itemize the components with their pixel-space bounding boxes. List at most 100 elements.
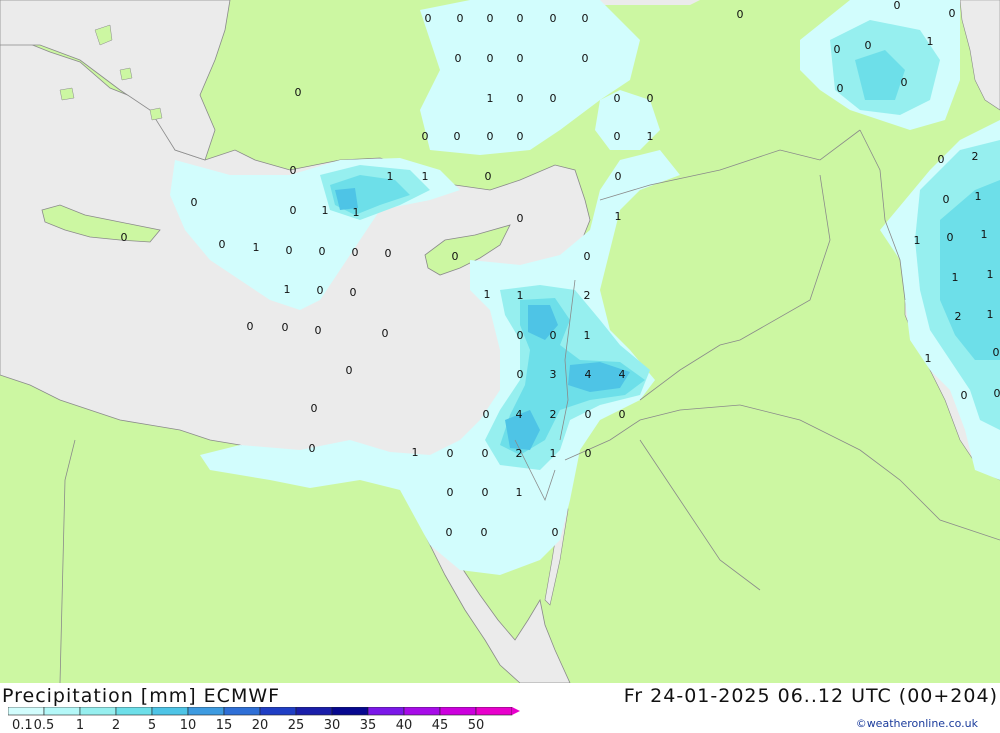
- precip-value-label: 0: [311, 402, 318, 415]
- precip-value-label: 1: [981, 228, 988, 241]
- precip-value-label: 0: [455, 52, 462, 65]
- legend-swatch: [259, 707, 297, 716]
- precip-value-label: 1: [925, 352, 932, 365]
- precip-value-label: 1: [550, 447, 557, 460]
- precip-value-label: 2: [972, 150, 979, 163]
- precip-value-label: 1: [284, 283, 291, 296]
- precip-value-label: 1: [615, 210, 622, 223]
- legend-label: 2: [112, 718, 120, 733]
- legend-label: 25: [288, 718, 305, 733]
- precip-value-label: 4: [516, 408, 523, 421]
- precip-value-label: 3: [550, 368, 557, 381]
- legend-swatch: [331, 707, 369, 716]
- island-aegean-2: [119, 67, 133, 81]
- legend-label: 15: [216, 718, 233, 733]
- precip-value-label: 0: [295, 86, 302, 99]
- legend-swatch: [79, 707, 117, 716]
- legend-swatch: [115, 707, 153, 716]
- legend-label: 5: [148, 718, 156, 733]
- precip-value-label: 0: [901, 76, 908, 89]
- legend-swatch: [403, 707, 441, 716]
- island-aegean-4: [59, 87, 75, 101]
- island-aegean-3: [149, 107, 163, 121]
- precip-value-label: 0: [425, 12, 432, 25]
- legend-swatch: [223, 707, 261, 716]
- precip-value-label: 0: [317, 284, 324, 297]
- precip-value-label: 1: [322, 204, 329, 217]
- precip-value-label: 0: [485, 170, 492, 183]
- precip-value-label: 0: [517, 368, 524, 381]
- legend-swatch: [439, 707, 477, 716]
- precip-value-label: 0: [385, 247, 392, 260]
- precip-value-label: 0: [582, 12, 589, 25]
- precip-value-label: 0: [517, 212, 524, 225]
- legend-label: 1: [76, 718, 84, 733]
- precip-value-label: 0: [290, 164, 297, 177]
- legend-swatch: [8, 707, 45, 716]
- precip-value-label: 1: [987, 268, 994, 281]
- precip-value-label: 0: [994, 387, 1000, 400]
- precip-value-label: 0: [346, 364, 353, 377]
- precip-value-label: 0: [309, 442, 316, 455]
- precip-value-label: 0: [550, 92, 557, 105]
- precip-value-label: 0: [961, 389, 968, 402]
- precip-value-label: 1: [412, 446, 419, 459]
- precipitation-map: 0 0 0 0 0 0 0 0 0 0 0 0 1 0 0 0 0 0 0 0 0 0 1 0 1 1 0 0 0 0 1 1 0 1 0 0 1 0 0 0…: [0, 0, 1000, 683]
- precip-value-label: 0: [290, 204, 297, 217]
- precip-value-label: 0: [550, 329, 557, 342]
- precip-value-label: 0: [837, 82, 844, 95]
- legend-arrow: [512, 707, 520, 715]
- precip-value-label: 1: [387, 170, 394, 183]
- legend-label: 20: [252, 718, 269, 733]
- precip-value-label: 0: [647, 92, 654, 105]
- precip-value-label: 0: [993, 346, 1000, 359]
- precip-value-label: 0: [286, 244, 293, 257]
- precip-value-label: 0: [584, 250, 591, 263]
- precip-value-label: 4: [619, 368, 626, 381]
- precip-value-label: 1: [987, 308, 994, 321]
- precip-value-label: 0: [282, 321, 289, 334]
- precip-value-label: 0: [517, 92, 524, 105]
- precip-value-label: 0: [517, 130, 524, 143]
- precip-value-label: 0: [949, 7, 956, 20]
- legend-swatch: [43, 707, 81, 716]
- precip-value-label: 0: [619, 408, 626, 421]
- legend-swatch: [295, 707, 333, 716]
- legend-swatch: [151, 707, 189, 716]
- precip-value-label: 0: [447, 447, 454, 460]
- precip-value-label: 1: [914, 234, 921, 247]
- precip-value-label: 0: [614, 92, 621, 105]
- precip-value-label: 4: [585, 368, 592, 381]
- precip-value-label: 0: [487, 130, 494, 143]
- precip-value-label: 2: [955, 310, 962, 323]
- precip-value-label: 0: [350, 286, 357, 299]
- legend-swatch: [475, 707, 513, 716]
- precip-value-label: 0: [422, 130, 429, 143]
- legend-label: 10: [180, 718, 197, 733]
- precip-value-label: 0: [315, 324, 322, 337]
- precip-value-label: 0: [247, 320, 254, 333]
- precip-value-label: 0: [447, 486, 454, 499]
- precip-value-label: 0: [517, 52, 524, 65]
- precip-value-label: 0: [585, 408, 592, 421]
- precip-value-label: 1: [584, 329, 591, 342]
- precip-value-label: 0: [585, 447, 592, 460]
- precip-value-label: 0: [219, 238, 226, 251]
- precip-value-label: 1: [422, 170, 429, 183]
- credit-link[interactable]: ©weatheronline.co.uk: [856, 717, 978, 730]
- precip-value-label: 1: [647, 130, 654, 143]
- color-legend: 0.1 0.5 1 2 5 10 15 20 25 30 35 40 45 50: [8, 707, 520, 733]
- precip-value-label: 1: [484, 288, 491, 301]
- footer: Precipitation [mm] ECMWF Fr 24-01-2025 0…: [0, 683, 1000, 733]
- precip-value-label: 0: [552, 526, 559, 539]
- precip-value-label: 0: [938, 153, 945, 166]
- precip-value-label: 1: [975, 190, 982, 203]
- precip-value-label: 0: [483, 408, 490, 421]
- precip-value-label: 0: [487, 52, 494, 65]
- precip-value-label: 0: [517, 12, 524, 25]
- legend-label: 45: [432, 718, 449, 733]
- precip-value-label: 1: [516, 486, 523, 499]
- precip-value-label: 2: [550, 408, 557, 421]
- precip-value-label: 0: [481, 526, 488, 539]
- precip-value-label: 0: [482, 486, 489, 499]
